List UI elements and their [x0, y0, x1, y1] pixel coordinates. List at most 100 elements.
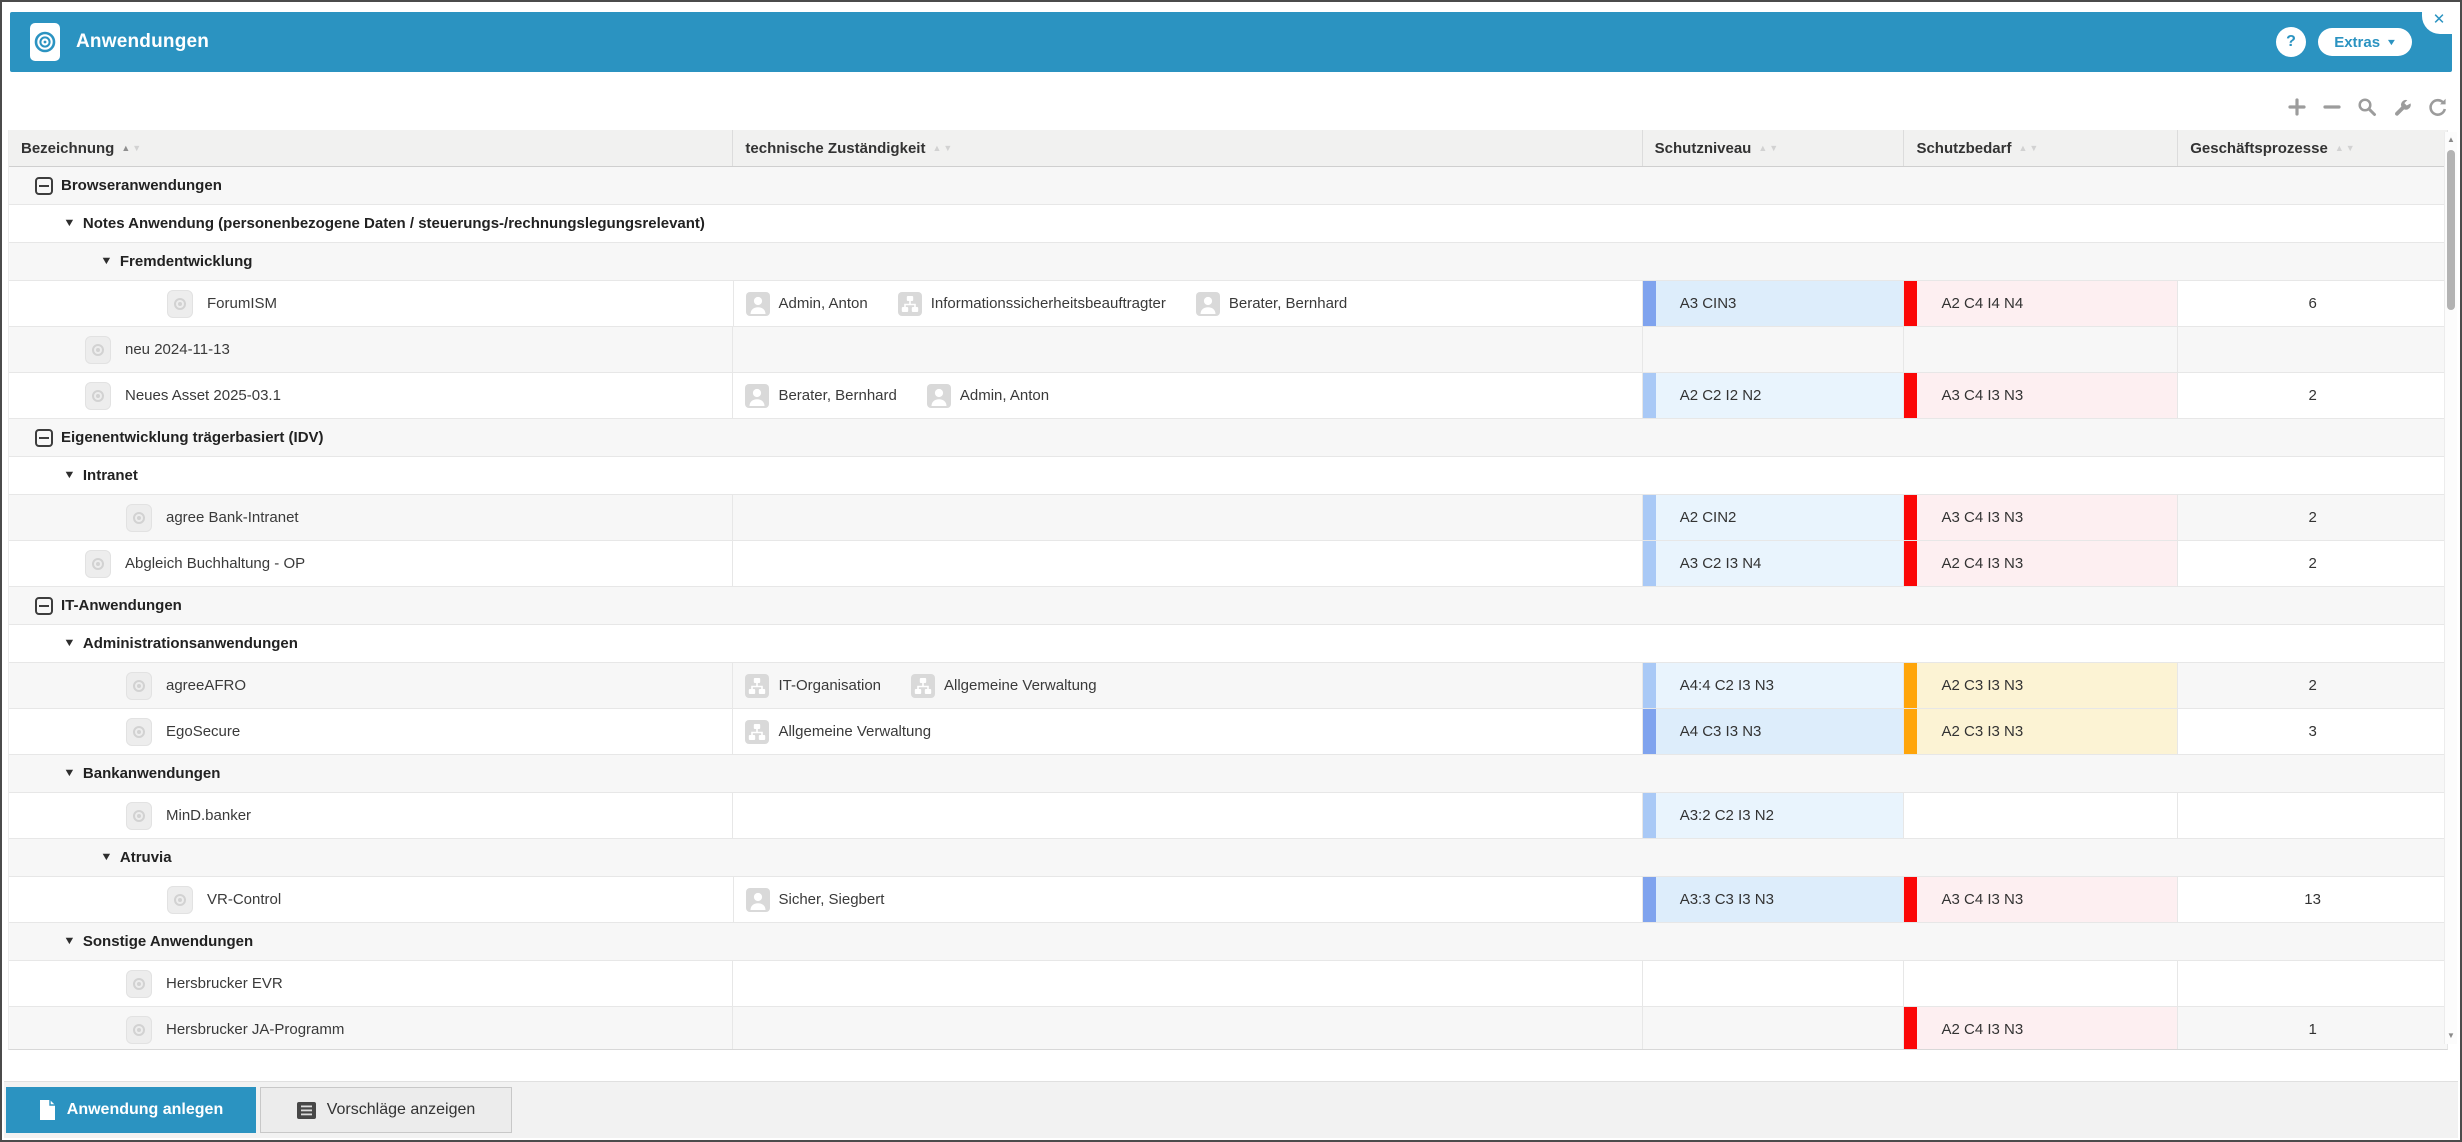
plus-icon[interactable] [2286, 96, 2308, 118]
group-label: Eigenentwicklung trägerbasiert (IDV) [61, 429, 324, 446]
table-toolbar [2286, 96, 2448, 118]
responsibility-entry[interactable]: IT-Organisation [745, 674, 881, 698]
sort-icons: ▲▼ [2018, 144, 2038, 153]
schutzniveau-badge-label: A4 C3 I3 N3 [1656, 723, 1762, 740]
tree-leaf-row[interactable]: EgoSecureAllgemeine VerwaltungA4 C3 I3 N… [9, 709, 2447, 755]
collapse-box-icon[interactable] [35, 597, 53, 615]
tree-group-row[interactable]: ▼ Atruvia [9, 839, 2447, 877]
tree-group-row[interactable]: ▼Intranet [9, 457, 2447, 495]
tree-leaf-row[interactable]: Neues Asset 2025-03.1Berater, BernhardAd… [9, 373, 2447, 419]
schutzbedarf-badge-bar [1904, 541, 1917, 586]
scroll-up-icon[interactable]: ▲ [2445, 133, 2457, 147]
schutzbedarf-cell: A3 C4 I3 N3 [1903, 373, 2177, 418]
schutzbedarf-cell: A3 C4 I3 N3 [1903, 495, 2177, 540]
schutzbedarf-cell: A2 C4 I3 N3 [1903, 1007, 2177, 1050]
schutzniveau-badge: A2 CIN2 [1643, 495, 1904, 540]
geschaeftsprozesse-count: 3 [2308, 723, 2316, 740]
tree-group-row[interactable]: ▼ Bankanwendungen [9, 755, 2447, 793]
applications-bullseye-icon [30, 23, 60, 61]
collapse-box-icon[interactable] [35, 177, 53, 195]
geschaeftsprozesse-cell: 13 [2177, 877, 2447, 922]
schutzbedarf-badge: A2 C4 I3 N3 [1904, 1007, 2177, 1050]
sort-icons: ▲▼ [1758, 144, 1778, 153]
collapse-arrow-icon[interactable]: ▼ [63, 768, 76, 779]
application-icon [85, 336, 111, 364]
schutzbedarf-badge-bar [1904, 1007, 1917, 1050]
document-icon [39, 1100, 56, 1120]
tree-group-row[interactable]: ▼Sonstige Anwendungen [9, 923, 2447, 961]
tree-leaf-row[interactable]: agree Bank-IntranetA2 CIN2A3 C4 I3 N32 [9, 495, 2447, 541]
responsibility-entry[interactable]: Sicher, Siegbert [746, 888, 885, 912]
collapse-arrow-icon[interactable]: ▼ [63, 936, 76, 947]
tree-group-row[interactable]: IT-Anwendungen [9, 587, 2447, 625]
scroll-down-icon[interactable]: ▼ [2445, 1029, 2457, 1043]
tree-leaf-row[interactable]: Hersbrucker EVR [9, 961, 2447, 1007]
responsibility-label: Allgemeine Verwaltung [944, 677, 1097, 694]
collapse-box-icon[interactable] [35, 429, 53, 447]
responsibility-entry[interactable]: Admin, Anton [927, 384, 1049, 408]
responsibility-entry[interactable]: Informationssicherheitsbeauftragter [898, 292, 1166, 316]
responsibility-entry[interactable]: Admin, Anton [746, 292, 868, 316]
schutzniveau-badge-label: A3:3 C3 I3 N3 [1656, 891, 1774, 908]
column-header-technische-zustaendigkeit[interactable]: technische Zuständigkeit ▲▼ [732, 130, 1641, 166]
responsibility-entry[interactable]: Berater, Bernhard [745, 384, 896, 408]
tree-group-row[interactable]: ▼Notes Anwendung (personenbezogene Daten… [9, 205, 2447, 243]
geschaeftsprozesse-cell: 3 [2177, 709, 2447, 754]
extras-button[interactable]: Extras ▼ [2318, 28, 2412, 56]
refresh-icon[interactable] [2426, 96, 2448, 118]
wrench-icon[interactable] [2391, 96, 2413, 118]
technische-zustaendigkeit-cell [732, 793, 1641, 838]
tree-leaf-row[interactable]: agreeAFROIT-OrganisationAllgemeine Verwa… [9, 663, 2447, 709]
responsibility-label: Berater, Bernhard [1229, 295, 1347, 312]
tree-group-row[interactable]: Browseranwendungen [9, 167, 2447, 205]
column-header-geschaeftsprozesse[interactable]: Geschäftsprozesse ▲▼ [2177, 130, 2447, 166]
tree-leaf-row[interactable]: Abgleich Buchhaltung - OPA3 C2 I3 N4A2 C… [9, 541, 2447, 587]
page-title: Anwendungen [76, 31, 209, 53]
collapse-arrow-icon[interactable]: ▼ [63, 470, 76, 481]
vertical-scrollbar[interactable]: ▲ ▼ [2444, 132, 2457, 1044]
schutzniveau-badge: A3:2 C2 I3 N2 [1643, 793, 1904, 838]
technische-zustaendigkeit-cell: Allgemeine Verwaltung [732, 709, 1641, 754]
schutzbedarf-badge-bar [1904, 373, 1917, 418]
group-cell: ▼Administrationsanwendungen [9, 635, 2447, 652]
responsibility-entry[interactable]: Allgemeine Verwaltung [745, 720, 931, 744]
show-suggestions-button[interactable]: Vorschläge anzeigen [260, 1087, 512, 1133]
tree-leaf-row[interactable]: ForumISM Admin, Anton Informationssicherhe… [9, 281, 2447, 327]
collapse-arrow-icon[interactable]: ▼ [100, 256, 113, 267]
application-label: MinD.banker [166, 807, 251, 824]
collapse-arrow-icon[interactable]: ▼ [63, 218, 76, 229]
geschaeftsprozesse-count: 2 [2308, 555, 2316, 572]
collapse-arrow-icon[interactable]: ▼ [63, 638, 76, 649]
responsibility-entry[interactable]: Berater, Bernhard [1196, 292, 1347, 316]
schutzbedarf-badge-label: A3 C4 I3 N3 [1917, 387, 2023, 404]
group-label: Atruvia [120, 849, 172, 866]
bezeichnung-cell: ForumISM [9, 281, 733, 326]
group-label: Fremdentwicklung [120, 253, 253, 270]
collapse-arrow-icon[interactable]: ▼ [100, 852, 113, 863]
search-icon[interactable] [2356, 96, 2378, 118]
schutzbedarf-badge: A2 C3 I3 N3 [1904, 663, 2177, 708]
help-button[interactable]: ? [2276, 27, 2306, 57]
schutzniveau-cell: A2 CIN2 [1642, 495, 1904, 540]
responsibility-entry[interactable]: Allgemeine Verwaltung [911, 674, 1097, 698]
responsibility-label: Admin, Anton [779, 295, 868, 312]
application-icon [126, 802, 152, 830]
tree-leaf-row[interactable]: Hersbrucker JA-ProgrammA2 C4 I3 N31 [9, 1007, 2447, 1050]
tree-group-row[interactable]: ▼Administrationsanwendungen [9, 625, 2447, 663]
tree-group-row[interactable]: ▼ Fremdentwicklung [9, 243, 2447, 281]
bezeichnung-cell: Hersbrucker JA-Programm [9, 1007, 732, 1050]
application-label: Hersbrucker EVR [166, 975, 283, 992]
tree-group-row[interactable]: Eigenentwicklung trägerbasiert (IDV) [9, 419, 2447, 457]
column-header-schutzbedarf[interactable]: Schutzbedarf ▲▼ [1903, 130, 2177, 166]
scrollbar-thumb[interactable] [2447, 150, 2455, 310]
tree-leaf-row[interactable]: neu 2024-11-13 [9, 327, 2447, 373]
minus-icon[interactable] [2321, 96, 2343, 118]
create-application-button[interactable]: Anwendung anlegen [6, 1087, 256, 1133]
group-label: Bankanwendungen [83, 765, 221, 782]
column-header-schutzniveau[interactable]: Schutzniveau ▲▼ [1642, 130, 1904, 166]
tree-leaf-row[interactable]: MinD.banker A3:2 C2 I3 N2 [9, 793, 2447, 839]
tree-leaf-row[interactable]: VR-ControlSicher, SiegbertA3:3 C3 I3 N3A… [9, 877, 2447, 923]
column-header-bezeichnung[interactable]: Bezeichnung ▲▼ [9, 130, 732, 166]
schutzbedarf-badge-bar [1904, 495, 1917, 540]
application-label: neu 2024-11-13 [125, 341, 230, 358]
